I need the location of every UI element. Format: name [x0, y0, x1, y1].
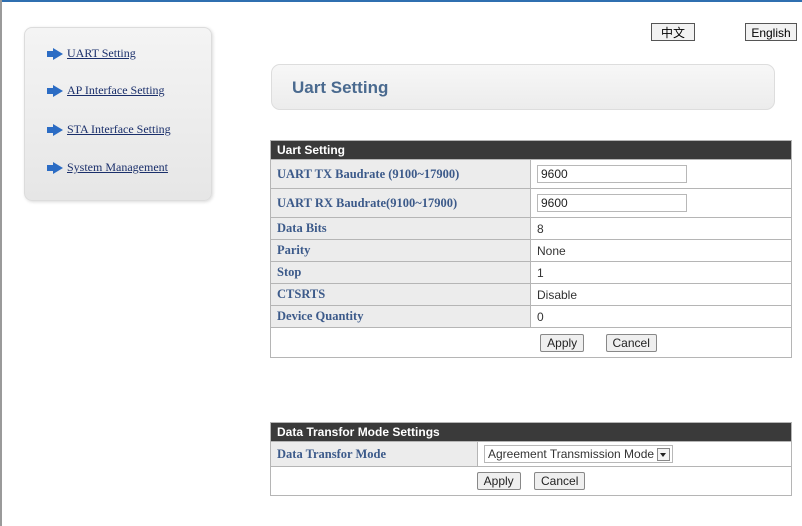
stop-label: Stop: [270, 261, 531, 284]
uart-actions-row: Apply Cancel: [269, 327, 793, 358]
uart-cancel-button[interactable]: Cancel: [605, 333, 657, 352]
tx-baudrate-cell: [529, 159, 793, 189]
device-quantity-value: 0: [529, 305, 793, 328]
data-transfor-mode-label: Data Transfor Mode: [270, 441, 478, 467]
mode-apply-button[interactable]: Apply: [476, 472, 521, 490]
data-transfor-mode-table: Data Transfor Mode Settings Data Transfo…: [269, 422, 793, 496]
sidebar-item-label[interactable]: STA Interface Setting: [67, 122, 171, 137]
sidebar-item-ap-interface-setting[interactable]: AP Interface Setting: [37, 83, 165, 98]
parity-value: None: [529, 239, 793, 262]
tx-baudrate-input[interactable]: [537, 165, 687, 183]
data-transfor-mode-selected-value: Agreement Transmission Mode: [488, 447, 655, 461]
sidebar-item-system-management[interactable]: System Management: [37, 160, 168, 175]
window-top-border: [0, 0, 802, 2]
uart-setting-header: Uart Setting: [269, 140, 793, 160]
rx-baudrate-cell: [529, 188, 793, 218]
data-bits-value: 8: [529, 217, 793, 240]
uart-apply-button[interactable]: Apply: [540, 333, 585, 352]
data-bits-label: Data Bits: [270, 217, 531, 240]
parity-label: Parity: [270, 239, 531, 262]
arrow-right-icon: [47, 47, 63, 60]
sidebar-item-sta-interface-setting[interactable]: STA Interface Setting: [37, 122, 171, 137]
arrow-right-icon: [47, 84, 63, 97]
sidebar-item-label[interactable]: AP Interface Setting: [67, 83, 165, 98]
ctsrts-value: Disable: [529, 283, 793, 306]
data-transfor-mode-header: Data Transfor Mode Settings: [269, 422, 793, 442]
window-left-border: [0, 0, 2, 526]
chinese-language-button[interactable]: 中文: [651, 23, 695, 41]
device-quantity-label: Device Quantity: [270, 305, 531, 328]
sidebar-item-label[interactable]: UART Setting: [67, 46, 136, 61]
page-title: Uart Setting: [292, 78, 389, 97]
uart-setting-table: Uart Setting UART TX Baudrate (9100~1790…: [269, 140, 793, 358]
tx-baudrate-label: UART TX Baudrate (9100~17900): [270, 159, 531, 189]
stop-value: 1: [529, 261, 793, 284]
mode-cancel-button[interactable]: Cancel: [534, 472, 586, 490]
sidebar-item-uart-setting[interactable]: UART Setting: [37, 46, 136, 61]
data-transfor-mode-select[interactable]: Agreement Transmission Mode: [484, 445, 674, 463]
sidebar: UART Setting AP Interface Setting STA In…: [24, 27, 212, 201]
english-language-button[interactable]: English: [745, 23, 797, 41]
rx-baudrate-input[interactable]: [537, 194, 687, 212]
mode-actions-row: Apply Cancel: [269, 466, 793, 496]
data-transfor-mode-cell: Agreement Transmission Mode: [476, 441, 793, 467]
page-title-panel: Uart Setting: [271, 64, 775, 110]
arrow-right-icon: [47, 161, 63, 174]
chevron-down-icon[interactable]: [657, 447, 671, 461]
rx-baudrate-label: UART RX Baudrate(9100~17900): [270, 188, 531, 218]
ctsrts-label: CTSRTS: [270, 283, 531, 306]
sidebar-item-label[interactable]: System Management: [67, 160, 168, 175]
arrow-right-icon: [47, 123, 63, 136]
